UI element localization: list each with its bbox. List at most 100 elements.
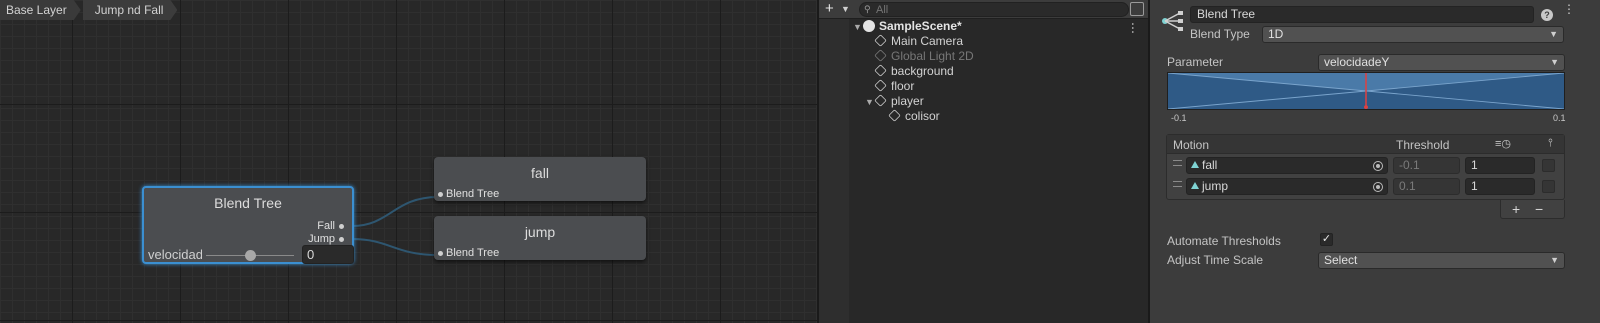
parameter-value-field[interactable]: 0 [302,245,354,264]
gameobject-icon [888,109,901,122]
chevron-down-icon: ▼ [1550,255,1559,265]
inspector-panel: Blend Tree ? ⋮ Blend Type 1D ▼ Parameter… [1150,0,1600,323]
motion-table-header: Motion Threshold ≡◷ ⫯ [1167,135,1564,154]
blend-graph-marker-dot [1364,105,1368,109]
animator-graph-canvas[interactable]: Base Layer Jump nd Fall Blend Tree Fall … [0,0,817,323]
blend-type-label: Blend Type [1190,27,1250,41]
input-port-label: Blend Tree [446,188,500,200]
hierarchy-panel: + ▼ ⚲ ▼ SampleScene* Main Camera Global L… [819,0,1148,323]
hierarchy-item-samplescene[interactable]: ▼ SampleScene* [853,19,962,34]
parameter-dropdown[interactable]: velocidadeY ▼ [1318,54,1565,71]
search-icon: ⚲ [864,4,871,14]
drag-handle-icon[interactable] [1173,181,1182,187]
blend-type-dropdown[interactable]: 1D ▼ [1262,26,1564,43]
clip-node-title: jump [524,224,556,240]
hierarchy-item-label: SampleScene* [879,19,962,33]
hierarchy-item-player[interactable]: ▼ player [865,94,924,109]
hierarchy-item-main-camera[interactable]: Main Camera [874,34,964,49]
motion-clip-field[interactable]: fall [1186,157,1388,174]
clip-node-title: fall [531,165,549,181]
more-options-icon[interactable]: ⋯ [1126,22,1140,33]
hierarchy-item-label: player [891,94,924,108]
motion-table-row: fall -0.1 1 [1167,156,1564,176]
blend-tree-node[interactable]: Blend Tree Fall Jump velocidadeY 0 [142,186,354,264]
unity-scene-icon [863,20,875,32]
drag-handle-icon[interactable] [1173,160,1182,166]
hierarchy-item-label: Main Camera [891,34,964,48]
threshold-column-header: Threshold [1396,138,1450,152]
clip-node-fall[interactable]: fall Blend Tree [434,157,646,201]
output-port-fall[interactable]: Fall [317,220,344,232]
blend-type-value: 1D [1268,27,1284,41]
input-port[interactable]: Blend Tree [438,247,499,259]
input-port[interactable]: Blend Tree [438,188,499,200]
output-port-fall-label: Fall [317,220,335,232]
adjust-time-scale-value: Select [1324,253,1358,267]
remove-motion-button[interactable]: − [1535,200,1543,218]
blend-graph[interactable] [1167,72,1565,110]
gameobject-icon [874,79,887,92]
object-picker-icon[interactable] [1373,182,1383,192]
parameter-name: velocidadeY [148,247,202,262]
input-port-label: Blend Tree [446,247,500,259]
motion-column-header: Motion [1173,138,1210,152]
clip-node-jump[interactable]: jump Blend Tree [434,216,646,260]
automate-thresholds-checkbox[interactable]: ✓ [1320,233,1333,246]
fold-arrow-icon[interactable]: ▼ [865,95,875,110]
wire-jump [351,238,439,256]
gameobject-icon [874,34,887,47]
add-motion-button[interactable]: + [1512,200,1520,218]
chevron-down-icon: ▼ [1549,29,1558,39]
output-port-jump[interactable]: Jump [308,233,344,245]
gameobject-icon [874,94,887,107]
port-dot-icon [339,236,344,242]
port-dot-icon [339,223,344,229]
speed-field[interactable]: 1 [1465,157,1535,174]
hierarchy-search[interactable]: ⚲ [859,2,1129,17]
adjust-time-scale-label: Adjust Time Scale [1167,253,1264,267]
port-dot-icon [438,250,443,256]
fold-arrow-icon[interactable]: ▼ [853,20,863,35]
speed-clock-icon: ≡◷ [1495,138,1512,150]
more-options-icon[interactable]: ⋮ [1563,3,1575,15]
parameter-row: velocidadeY 0 [148,245,354,264]
help-icon[interactable]: ? [1541,9,1553,21]
hierarchy-item-label: floor [891,79,915,93]
motion-clip-name: fall [1202,158,1218,172]
threshold-field[interactable]: -0.1 [1393,157,1460,174]
animation-clip-icon [1191,161,1199,168]
automate-thresholds-label: Automate Thresholds [1167,234,1281,248]
gameobject-icon [874,64,887,77]
gameobject-icon [874,49,887,62]
motion-clip-field[interactable]: jump [1186,178,1388,195]
hierarchy-item-floor[interactable]: floor [874,79,915,94]
chevron-down-icon: ▼ [1550,57,1559,67]
blend-tree-icon [1162,11,1183,31]
filter-icon[interactable] [1130,2,1144,16]
parameter-slider-knob[interactable] [245,250,256,261]
motion-table: Motion Threshold ≡◷ ⫯ fall -0.1 1 jump 0… [1166,134,1565,200]
object-picker-icon[interactable] [1373,161,1383,171]
blend-graph-min-label: -0.1 [1171,113,1187,123]
hierarchy-search-input[interactable] [876,3,1116,16]
hierarchy-item-global-light-2d[interactable]: Global Light 2D [874,49,974,64]
mirror-checkbox[interactable] [1542,159,1555,172]
hierarchy-item-label: Global Light 2D [891,49,974,63]
hierarchy-item-colisor[interactable]: colisor [888,109,940,124]
blend-tree-name-field[interactable]: Blend Tree [1190,6,1534,23]
port-dot-icon [438,191,443,197]
animation-clip-icon [1191,182,1199,189]
chevron-down-icon[interactable]: ▼ [841,1,850,18]
hierarchy-item-background[interactable]: background [874,64,954,79]
mirror-checkbox[interactable] [1542,180,1555,193]
parameter-dropdown-value: velocidadeY [1324,55,1390,69]
threshold-field[interactable]: 0.1 [1393,178,1460,195]
parameter-label: Parameter [1167,55,1224,69]
hierarchy-item-label: colisor [905,109,940,123]
add-icon[interactable]: + [825,1,834,17]
motion-table-footer: + − [1500,200,1565,219]
adjust-time-scale-dropdown[interactable]: Select ▼ [1318,252,1565,269]
hierarchy-item-label: background [891,64,954,78]
speed-field[interactable]: 1 [1465,178,1535,195]
motion-table-row: jump 0.1 1 [1167,177,1564,197]
